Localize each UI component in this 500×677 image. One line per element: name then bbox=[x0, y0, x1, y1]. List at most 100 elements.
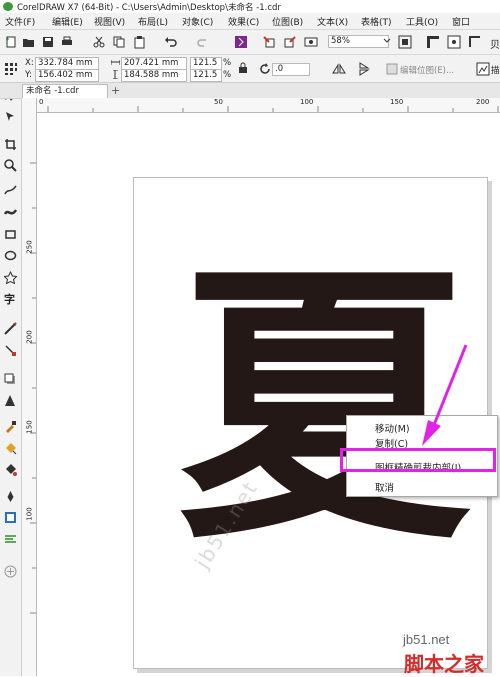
zoom-level-select[interactable]: 58% bbox=[328, 35, 389, 48]
site-logo-url: jb51.net bbox=[403, 632, 450, 647]
vertical-ruler[interactable]: 250 200 150 100 bbox=[22, 98, 37, 676]
show-rulers-icon[interactable] bbox=[426, 35, 440, 49]
cut-icon[interactable] bbox=[92, 35, 106, 49]
parallel-dimension-icon[interactable] bbox=[4, 322, 17, 335]
site-logo-name: 脚本之家 bbox=[404, 652, 484, 676]
snap-to-icon[interactable] bbox=[468, 35, 482, 49]
rotation-angle-field[interactable]: .0 bbox=[272, 63, 310, 76]
edit-bitmap-icon[interactable] bbox=[385, 62, 399, 76]
h-ruler-tick-100: 100 bbox=[300, 98, 314, 106]
new-document-icon[interactable] bbox=[4, 35, 18, 49]
fill-tool-icon[interactable] bbox=[4, 511, 17, 524]
document-tab-label: 未命名 -1.cdr bbox=[26, 86, 79, 96]
zoom-level-value: 58% bbox=[331, 36, 350, 46]
add-tool-icon[interactable] bbox=[4, 565, 17, 578]
scale-y-field[interactable]: 121.5 bbox=[190, 69, 222, 82]
menu-view[interactable]: 视图(V) bbox=[94, 15, 125, 28]
property-bar: X: 332.784 mm Y: 156.402 mm 207.421 mm 1… bbox=[0, 55, 500, 83]
transparency-tool-icon[interactable] bbox=[4, 394, 17, 407]
horizontal-ruler[interactable]: 0 50 100 150 200 bbox=[36, 98, 500, 113]
menu-tools[interactable]: 工具(O) bbox=[406, 15, 438, 28]
publish-pdf-icon[interactable] bbox=[304, 35, 318, 49]
new-tab-button[interactable]: + bbox=[111, 85, 120, 96]
export-icon[interactable] bbox=[283, 35, 297, 49]
window-title: CorelDRAW X7 (64-Bit) - C:\Users\Admin\D… bbox=[17, 3, 281, 13]
open-folder-icon[interactable] bbox=[22, 35, 36, 49]
freehand-tool-icon[interactable] bbox=[4, 183, 17, 196]
height-field[interactable]: 184.588 mm bbox=[121, 69, 187, 82]
redo-icon[interactable] bbox=[196, 35, 210, 49]
menu-object[interactable]: 对象(C) bbox=[182, 15, 213, 28]
smart-fill-icon[interactable] bbox=[4, 463, 17, 476]
import-icon[interactable] bbox=[262, 35, 276, 49]
crop-tool-icon[interactable] bbox=[4, 138, 17, 151]
undo-icon[interactable] bbox=[164, 35, 178, 49]
rotation-angle-value: .0 bbox=[275, 64, 284, 74]
menu-bitmaps[interactable]: 位图(B) bbox=[272, 15, 303, 28]
y-position-value: 156.402 mm bbox=[38, 70, 93, 80]
paste-icon[interactable] bbox=[133, 35, 147, 49]
menu-bar: 文件(F) 编辑(E) 视图(V) 布局(L) 对象(C) 效果(C) 位图(B… bbox=[0, 13, 500, 30]
menu-edit[interactable]: 编辑(E) bbox=[52, 15, 83, 28]
height-icon bbox=[113, 70, 118, 79]
text-tool-icon[interactable]: 字 bbox=[4, 293, 17, 306]
show-grid-icon[interactable] bbox=[447, 35, 461, 49]
highlight-box bbox=[340, 448, 496, 472]
mirror-vertical-icon[interactable] bbox=[357, 62, 371, 76]
align-distribute-icon[interactable] bbox=[4, 533, 17, 546]
v-ruler-tick-100: 100 bbox=[25, 507, 34, 521]
height-value: 184.588 mm bbox=[124, 70, 179, 80]
object-origin-icon[interactable] bbox=[4, 62, 18, 76]
menu-text[interactable]: 文本(X) bbox=[317, 15, 348, 28]
color-eyedropper-icon[interactable] bbox=[4, 420, 17, 433]
document-tab[interactable]: 未命名 -1.cdr bbox=[22, 84, 108, 98]
toolbox: 字 bbox=[0, 83, 22, 676]
menu-file[interactable]: 文件(F) bbox=[5, 15, 35, 28]
print-icon[interactable] bbox=[60, 35, 74, 49]
interactive-fill-icon[interactable] bbox=[4, 442, 17, 455]
edit-bitmap-button[interactable]: 编辑位图(E)... bbox=[400, 64, 454, 76]
standard-toolbar: 58% 贝 bbox=[0, 30, 500, 55]
scale-x-value: 121.5 bbox=[193, 58, 218, 68]
zoom-tool-icon[interactable] bbox=[4, 159, 17, 172]
scale-y-value: 121.5 bbox=[193, 70, 218, 80]
h-ruler-tick-0: 0 bbox=[39, 98, 44, 106]
document-tab-bar: 未命名 -1.cdr + bbox=[0, 83, 500, 99]
x-label: X: bbox=[25, 58, 34, 68]
menu-layout[interactable]: 布局(L) bbox=[138, 15, 168, 28]
context-move[interactable]: 移动(M) bbox=[375, 421, 410, 435]
lock-ratio-icon[interactable] bbox=[237, 62, 249, 74]
shape-tool-icon[interactable] bbox=[4, 110, 17, 123]
y-position-field[interactable]: 156.402 mm bbox=[35, 69, 99, 82]
width-icon bbox=[111, 60, 120, 65]
mirror-horizontal-icon[interactable] bbox=[332, 62, 346, 76]
percent-label-y: % bbox=[223, 70, 232, 80]
search-content-icon[interactable] bbox=[234, 35, 248, 49]
trace-bitmap-icon[interactable] bbox=[476, 62, 490, 76]
drop-shadow-icon[interactable] bbox=[4, 373, 17, 386]
h-ruler-tick-50: 50 bbox=[214, 98, 223, 106]
coreldraw-logo-icon bbox=[3, 2, 13, 11]
horizontal-ruler-ticks bbox=[47, 106, 499, 112]
menu-window[interactable]: 窗口 bbox=[452, 15, 470, 28]
menu-effects[interactable]: 效果(C) bbox=[228, 15, 259, 28]
menu-table[interactable]: 表格(T) bbox=[361, 15, 392, 28]
context-cancel[interactable]: 取消 bbox=[375, 480, 394, 494]
rectangle-tool-icon[interactable] bbox=[4, 228, 17, 241]
x-position-value: 332.784 mm bbox=[38, 58, 93, 68]
chevron-down-icon[interactable] bbox=[383, 37, 391, 45]
copy-icon[interactable] bbox=[112, 35, 126, 49]
ellipse-tool-icon[interactable] bbox=[4, 249, 17, 262]
vertical-ruler-ticks bbox=[30, 162, 36, 614]
artistic-media-icon[interactable] bbox=[4, 205, 17, 218]
save-icon[interactable] bbox=[41, 35, 55, 49]
connector-tool-icon[interactable] bbox=[4, 344, 17, 357]
polygon-tool-icon[interactable] bbox=[4, 271, 17, 284]
toolbar-overflow-glyph: 贝 bbox=[490, 40, 500, 51]
trace-bitmap-label[interactable]: 描 bbox=[491, 64, 500, 76]
h-ruler-tick-200: 200 bbox=[476, 98, 490, 106]
title-bar: CorelDRAW X7 (64-Bit) - C:\Users\Admin\D… bbox=[0, 0, 500, 13]
outline-pen-icon[interactable] bbox=[4, 490, 17, 503]
y-label: Y: bbox=[25, 70, 32, 80]
full-screen-icon[interactable] bbox=[398, 35, 412, 49]
